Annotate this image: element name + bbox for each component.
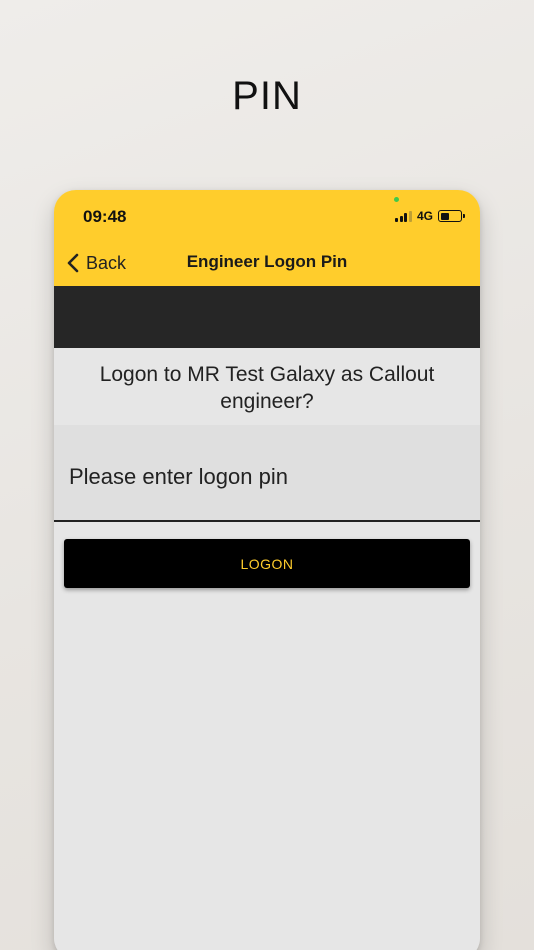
battery-icon [438,210,465,222]
logon-question: Logon to MR Test Galaxy as Callout engin… [99,363,435,413]
logon-form: Logon to MR Test Galaxy as Callout engin… [54,348,480,950]
pin-field [54,425,480,522]
network-type: 4G [416,209,433,223]
back-button[interactable]: Back [66,251,126,275]
back-label: Back [86,252,127,273]
app-header: 09:48 4G Engineer Logon Pin Back [54,190,480,286]
status-time: 09:48 [83,207,127,226]
logon-button[interactable]: LOGON [64,539,470,588]
page-heading: PIN [232,74,302,118]
camera-indicator-dot [394,197,399,202]
phone-screen: 09:48 4G Engineer Logon Pin Back Logon t… [54,190,480,950]
status-icons: 4G [395,209,465,223]
signal-icon [395,210,412,222]
pin-input[interactable] [54,425,480,520]
dark-banner [54,286,480,348]
chevron-left-icon [67,253,79,273]
